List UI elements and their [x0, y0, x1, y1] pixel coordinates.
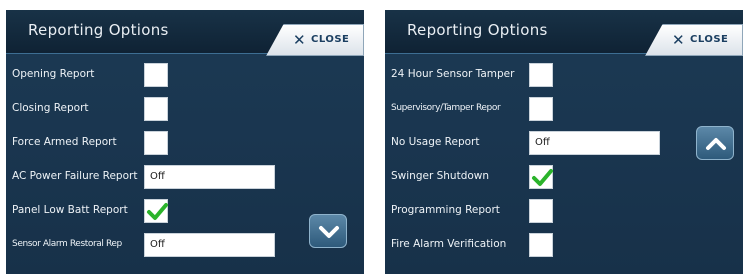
swinger-shutdown-label: Swinger Shutdown — [391, 170, 490, 182]
checkmark-icon — [147, 203, 168, 220]
no-usage-report-label: No Usage Report — [391, 136, 480, 148]
swinger-shutdown-checkbox[interactable] — [529, 165, 553, 189]
checkmark-icon — [532, 169, 553, 186]
closing-report-label: Closing Report — [12, 102, 89, 114]
reporting-options-panel-page-2: Reporting Options ✕ CLOSE 24 Hour Sensor… — [385, 10, 743, 274]
chevron-up-icon — [706, 138, 726, 150]
panel-title: Reporting Options — [407, 21, 548, 39]
panel-header: Reporting Options ✕ CLOSE — [385, 10, 743, 56]
force-armed-report-label: Force Armed Report — [12, 136, 117, 148]
programming-report-label: Programming Report — [391, 204, 500, 216]
no-usage-report-select[interactable]: Off — [529, 131, 660, 155]
fire-alarm-verification-label: Fire Alarm Verification — [391, 238, 507, 250]
24-hour-sensor-tamper-label: 24 Hour Sensor Tamper — [391, 68, 515, 80]
x-icon: ✕ — [672, 31, 685, 49]
close-button[interactable]: ✕ CLOSE — [266, 24, 364, 56]
programming-report-checkbox[interactable] — [529, 199, 553, 223]
panel-header: Reporting Options ✕ CLOSE — [6, 10, 364, 56]
panel-low-batt-report-label: Panel Low Batt Report — [12, 204, 128, 216]
24-hour-sensor-tamper-checkbox[interactable] — [529, 63, 553, 87]
panel-title: Reporting Options — [28, 21, 169, 39]
ac-power-failure-report-label: AC Power Failure Report — [12, 170, 138, 182]
opening-report-checkbox[interactable] — [144, 63, 168, 87]
panel-low-batt-report-checkbox[interactable] — [144, 199, 168, 223]
scroll-up-button[interactable] — [696, 126, 734, 160]
close-button[interactable]: ✕ CLOSE — [645, 24, 743, 56]
x-icon: ✕ — [293, 31, 306, 49]
reporting-options-panel-page-1: Reporting Options ✕ CLOSE Opening Report… — [6, 10, 364, 274]
sensor-alarm-restoral-rep-label: Sensor Alarm Restoral Rep — [12, 239, 122, 249]
supervisory-tamper-report-label: Supervisory/Tamper Repor — [391, 103, 501, 113]
force-armed-report-checkbox[interactable] — [144, 131, 168, 155]
close-label: CLOSE — [690, 34, 729, 45]
opening-report-label: Opening Report — [12, 68, 95, 80]
scroll-down-button[interactable] — [309, 214, 347, 248]
supervisory-tamper-report-checkbox[interactable] — [529, 97, 553, 121]
chevron-down-icon — [319, 226, 339, 238]
ac-power-failure-report-select[interactable]: Off — [144, 165, 275, 189]
closing-report-checkbox[interactable] — [144, 97, 168, 121]
sensor-alarm-restoral-rep-select[interactable]: Off — [144, 233, 275, 257]
fire-alarm-verification-checkbox[interactable] — [529, 233, 553, 257]
close-label: CLOSE — [311, 34, 350, 45]
